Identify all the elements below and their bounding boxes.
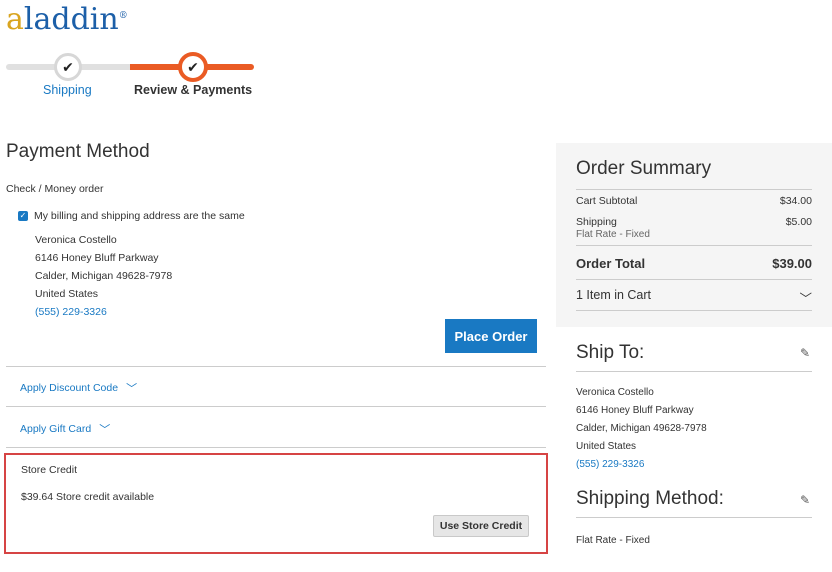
divider <box>6 447 546 448</box>
billing-country: United States <box>35 288 99 300</box>
step-review-label: Review & Payments <box>134 83 253 97</box>
logo-rest: laddin <box>23 2 119 37</box>
shipping-value: $5.00 <box>785 216 812 228</box>
aladdin-logo[interactable]: aladdin® <box>6 2 128 37</box>
ship-to-title: Ship To: <box>576 342 645 363</box>
step-shipping-check-icon: ✔ <box>54 53 82 81</box>
divider <box>576 517 812 518</box>
divider <box>6 366 546 367</box>
shipping-method-value: Flat Rate - Fixed <box>576 535 650 546</box>
ship-street: 6146 Honey Bluff Parkway <box>576 405 694 416</box>
cart-subtotal-row: Cart Subtotal $34.00 <box>576 195 812 207</box>
divider <box>576 279 812 280</box>
cart-subtotal-value: $34.00 <box>779 195 812 207</box>
chevron-down-icon: ﹀ <box>99 424 111 436</box>
same-address-label: My billing and shipping address are the … <box>34 210 245 222</box>
divider <box>576 245 812 246</box>
edit-pencil-icon[interactable]: ✎ <box>800 346 810 360</box>
items-in-cart-toggle[interactable]: 1 Item in Cart ﹀ <box>576 288 812 307</box>
billing-city: Calder, Michigan 49628-7978 <box>35 270 173 282</box>
billing-address: Veronica Costello 6146 Honey Bluff Parkw… <box>35 231 172 321</box>
chevron-down-icon: ﹀ <box>799 292 812 306</box>
order-summary-title: Order Summary <box>576 158 712 179</box>
edit-pencil-icon[interactable]: ✎ <box>800 493 810 507</box>
chevron-down-icon: ﹀ <box>126 383 138 395</box>
shipping-label: Shipping <box>576 216 617 228</box>
shipping-method-title: Shipping Method: <box>576 488 724 509</box>
order-summary-panel: Order Summary Cart Subtotal $34.00 Shipp… <box>556 143 832 327</box>
billing-name: Veronica Costello <box>35 234 117 246</box>
order-total-row: Order Total $39.00 <box>576 256 812 271</box>
store-credit-title: Store Credit <box>21 464 78 476</box>
place-order-button[interactable]: Place Order <box>445 319 537 353</box>
divider <box>6 406 546 407</box>
checkout-progress-bar: ✔ ✔ Shipping Review & Payments <box>6 50 256 100</box>
logo-first-letter: a <box>6 2 24 37</box>
step-shipping-link[interactable]: Shipping <box>43 83 92 97</box>
divider <box>576 189 812 190</box>
cart-subtotal-label: Cart Subtotal <box>576 195 638 207</box>
apply-gift-card-label: Apply Gift Card <box>20 423 92 435</box>
divider <box>576 310 812 311</box>
items-in-cart-label: 1 Item in Cart <box>576 288 652 302</box>
checkbox-checked-icon[interactable]: ✓ <box>18 211 28 221</box>
payment-method-option[interactable]: Check / Money order <box>6 183 103 195</box>
store-credit-available: $39.64 Store credit available <box>21 491 155 503</box>
ship-city: Calder, Michigan 49628-7978 <box>576 423 707 434</box>
ship-to-address: Veronica Costello 6146 Honey Bluff Parkw… <box>576 384 707 474</box>
order-total-value: $39.00 <box>772 256 812 271</box>
ship-country: United States <box>576 441 637 452</box>
store-credit-panel: Store Credit $39.64 Store credit availab… <box>4 453 548 554</box>
logo-registered: ® <box>118 11 128 21</box>
shipping-row: Shipping $5.00 <box>576 216 812 228</box>
payment-method-title: Payment Method <box>6 141 150 162</box>
divider <box>576 371 812 372</box>
billing-street: 6146 Honey Bluff Parkway <box>35 252 159 264</box>
apply-gift-card-toggle[interactable]: Apply Gift Card ﹀ <box>20 421 110 437</box>
shipping-method-note: Flat Rate - Fixed <box>576 229 650 240</box>
ship-name: Veronica Costello <box>576 387 654 398</box>
ship-phone-link[interactable]: (555) 229-3326 <box>576 456 707 474</box>
order-total-label: Order Total <box>576 256 646 271</box>
use-store-credit-button[interactable]: Use Store Credit <box>433 515 529 537</box>
apply-discount-code-toggle[interactable]: Apply Discount Code ﹀ <box>20 380 137 396</box>
apply-discount-label: Apply Discount Code <box>20 382 119 394</box>
billing-phone-link[interactable]: (555) 229-3326 <box>35 303 172 321</box>
same-address-checkbox-row[interactable]: ✓ My billing and shipping address are th… <box>18 210 245 222</box>
step-review-check-icon: ✔ <box>178 52 208 82</box>
